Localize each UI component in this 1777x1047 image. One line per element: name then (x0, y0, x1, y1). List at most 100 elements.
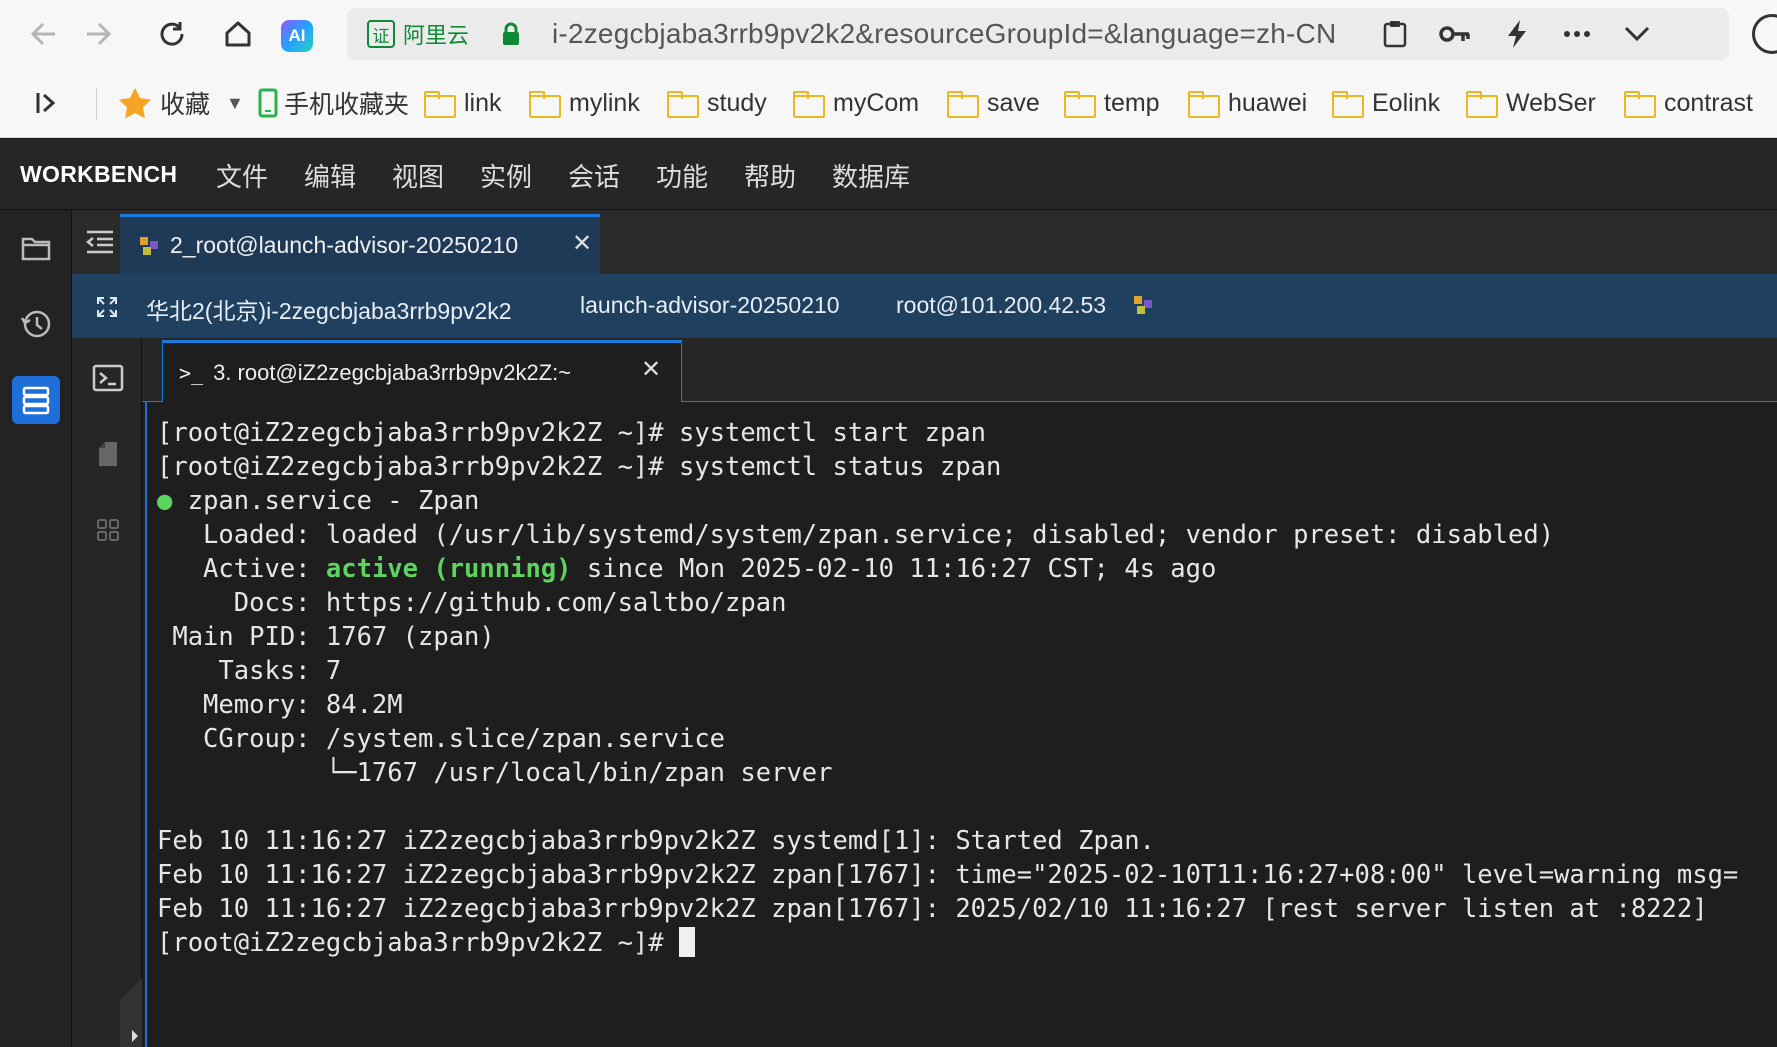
bookmark-dropdown-icon[interactable]: ▼ (226, 86, 244, 120)
menu-view[interactable]: 视图 (392, 157, 444, 194)
inner-tool-rail (72, 338, 142, 1047)
terminal-line: Tasks: 7 (157, 656, 342, 686)
close-icon[interactable]: ✕ (572, 229, 592, 258)
bookmark-folder-save[interactable]: save (947, 86, 1040, 120)
terminal-cursor (678, 927, 695, 957)
terminal-line: [root@iZ2zegcbjaba3rrb9pv2k2Z ~]# (157, 926, 695, 960)
site-identity[interactable]: 证 阿里云 (367, 20, 469, 48)
close-icon[interactable]: ✕ (641, 355, 661, 384)
terminal-output[interactable]: [root@iZ2zegcbjaba3rrb9pv2k2Z ~]# system… (145, 402, 1777, 1047)
terminal-line: ● zpan.service - Zpan (157, 484, 479, 518)
bookmark-folder-eolink[interactable]: Eolink (1332, 86, 1440, 120)
server-login: root@101.200.42.53 (896, 292, 1107, 318)
server-status-icon (1134, 296, 1152, 314)
ai-assistant-button[interactable]: AI (281, 20, 313, 52)
more-icon[interactable] (1559, 16, 1595, 52)
collapse-sidebar-icon[interactable] (80, 222, 120, 262)
terminal-line: Feb 10 11:16:27 iZ2zegcbjaba3rrb9pv2k2Z … (157, 860, 1739, 890)
shell-prompt: [root@iZ2zegcbjaba3rrb9pv2k2Z ~]# (157, 928, 679, 958)
folder-icon (1064, 91, 1096, 118)
file-icon[interactable] (84, 430, 132, 478)
terminal-tab[interactable]: >_ 3. root@iZ2zegcbjaba3rrb9pv2k2Z:~ ✕ (162, 340, 682, 402)
bookmark-label: temp (1104, 88, 1160, 117)
sidebar-toggle-icon[interactable] (34, 86, 60, 120)
bookmark-folder-mycom[interactable]: myCom (793, 86, 919, 120)
bookmark-label: Eolink (1372, 88, 1441, 117)
active-status: active (running) (325, 554, 572, 584)
bookmark-label: study (707, 88, 767, 117)
folder-icon (947, 91, 979, 118)
profile-icon[interactable] (1752, 14, 1777, 54)
bookmark-folder-temp[interactable]: temp (1064, 86, 1160, 120)
apps-grid-icon[interactable] (84, 506, 132, 554)
resize-handle-icon[interactable] (120, 978, 142, 1047)
reload-icon[interactable] (152, 14, 192, 54)
bookmark-folder-contrast[interactable]: contrast (1624, 86, 1753, 120)
url-text[interactable]: i-2zegcbjaba3rrb9pv2k2&resourceGroupId=&… (552, 18, 1336, 50)
terminal-tab-label: 3. root@iZ2zegcbjaba3rrb9pv2k2Z:~ (213, 359, 572, 385)
chevron-down-icon[interactable] (1619, 16, 1655, 52)
session-status-icon (140, 236, 158, 255)
folder-icon (1332, 91, 1364, 118)
terminal-line: Feb 10 11:16:27 iZ2zegcbjaba3rrb9pv2k2Z … (157, 826, 1155, 856)
menu-database[interactable]: 数据库 (832, 157, 910, 194)
menu-file[interactable]: 文件 (216, 157, 268, 194)
bookmark-label: link (464, 88, 502, 117)
menu-help[interactable]: 帮助 (744, 157, 796, 194)
clipboard-icon[interactable] (1377, 16, 1413, 52)
server-region: 华北2(北京)i-2zegcbjaba3rrb9pv2k2 (146, 298, 512, 324)
address-bar[interactable]: 证 阿里云 i-2zegcbjaba3rrb9pv2k2&resourceGro… (347, 8, 1729, 60)
active-since: since Mon 2025-02-10 11:16:27 CST; 4s ag… (586, 554, 1217, 584)
menu-features[interactable]: 功能 (656, 157, 708, 194)
folder-icon (529, 91, 561, 118)
lock-icon (503, 22, 519, 45)
bookmark-folder-link[interactable]: link (424, 86, 502, 120)
terminal-icon[interactable] (84, 354, 132, 402)
bookmark-folder-webser[interactable]: WebSer (1466, 86, 1596, 120)
bookmark-favorites[interactable]: 收藏 (118, 86, 210, 120)
session-tab-bar: 2_root@launch-advisor-20250210 ✕ (72, 210, 1777, 274)
bookmark-label: myCom (833, 88, 920, 117)
lightning-icon[interactable] (1499, 16, 1535, 52)
bookmark-label: mylink (569, 88, 640, 117)
forward-icon[interactable] (78, 14, 118, 54)
folder-icon (1624, 91, 1656, 118)
bookmark-label: save (987, 88, 1040, 117)
history-icon[interactable] (12, 300, 60, 348)
browser-toolbar: AI 证 阿里云 i-2zegcbjaba3rrb9pv2k2&resource… (0, 0, 1777, 68)
bookmark-label: WebSer (1506, 88, 1596, 117)
menu-session[interactable]: 会话 (568, 157, 620, 194)
bookmark-label: 手机收藏夹 (284, 91, 410, 119)
bookmark-mobile[interactable]: 手机收藏夹 (258, 86, 409, 120)
folder-icon (1466, 91, 1498, 118)
bookmarks-bar: 收藏 ▼ 手机收藏夹 link mylink study myCom save … (0, 68, 1777, 138)
fullscreen-icon[interactable] (96, 296, 118, 318)
terminal-line: [root@iZ2zegcbjaba3rrb9pv2k2Z ~]# system… (157, 452, 1002, 482)
folder-icon (424, 91, 456, 118)
certificate-icon: 证 (367, 20, 395, 48)
app-brand: WORKBENCH (20, 161, 178, 187)
server-list-icon[interactable] (12, 376, 60, 424)
home-icon[interactable] (218, 14, 258, 54)
terminal-line: Main PID: 1767 (zpan) (157, 622, 495, 652)
bookmark-label: huawei (1228, 88, 1308, 117)
back-icon[interactable] (24, 14, 64, 54)
app-header: WORKBENCH 文件 编辑 视图 实例 会话 功能 帮助 数据库 (0, 139, 1777, 210)
bookmark-folder-mylink[interactable]: mylink (529, 86, 640, 120)
bookmark-folder-huawei[interactable]: huawei (1188, 86, 1307, 120)
bookmark-folder-study[interactable]: study (667, 86, 767, 120)
menu-instance[interactable]: 实例 (480, 157, 532, 194)
menu-edit[interactable]: 编辑 (304, 157, 356, 194)
files-icon[interactable] (12, 224, 60, 272)
terminal-line: └─1767 /usr/local/bin/zpan server (157, 758, 833, 788)
key-icon[interactable] (1437, 16, 1473, 52)
server-info-bar: 华北2(北京)i-2zegcbjaba3rrb9pv2k2 launch-adv… (72, 274, 1777, 338)
left-rail (0, 210, 72, 1047)
terminal-line: CGroup: /system.slice/zpan.service (157, 724, 726, 754)
prompt-icon: >_ (179, 360, 204, 385)
folder-icon (667, 91, 699, 118)
service-title: zpan.service - Zpan (187, 486, 480, 516)
terminal-line: Loaded: loaded (/usr/lib/systemd/system/… (157, 520, 1555, 550)
session-tab[interactable]: 2_root@launch-advisor-20250210 ✕ (120, 214, 600, 274)
bookmark-label: contrast (1664, 88, 1753, 117)
